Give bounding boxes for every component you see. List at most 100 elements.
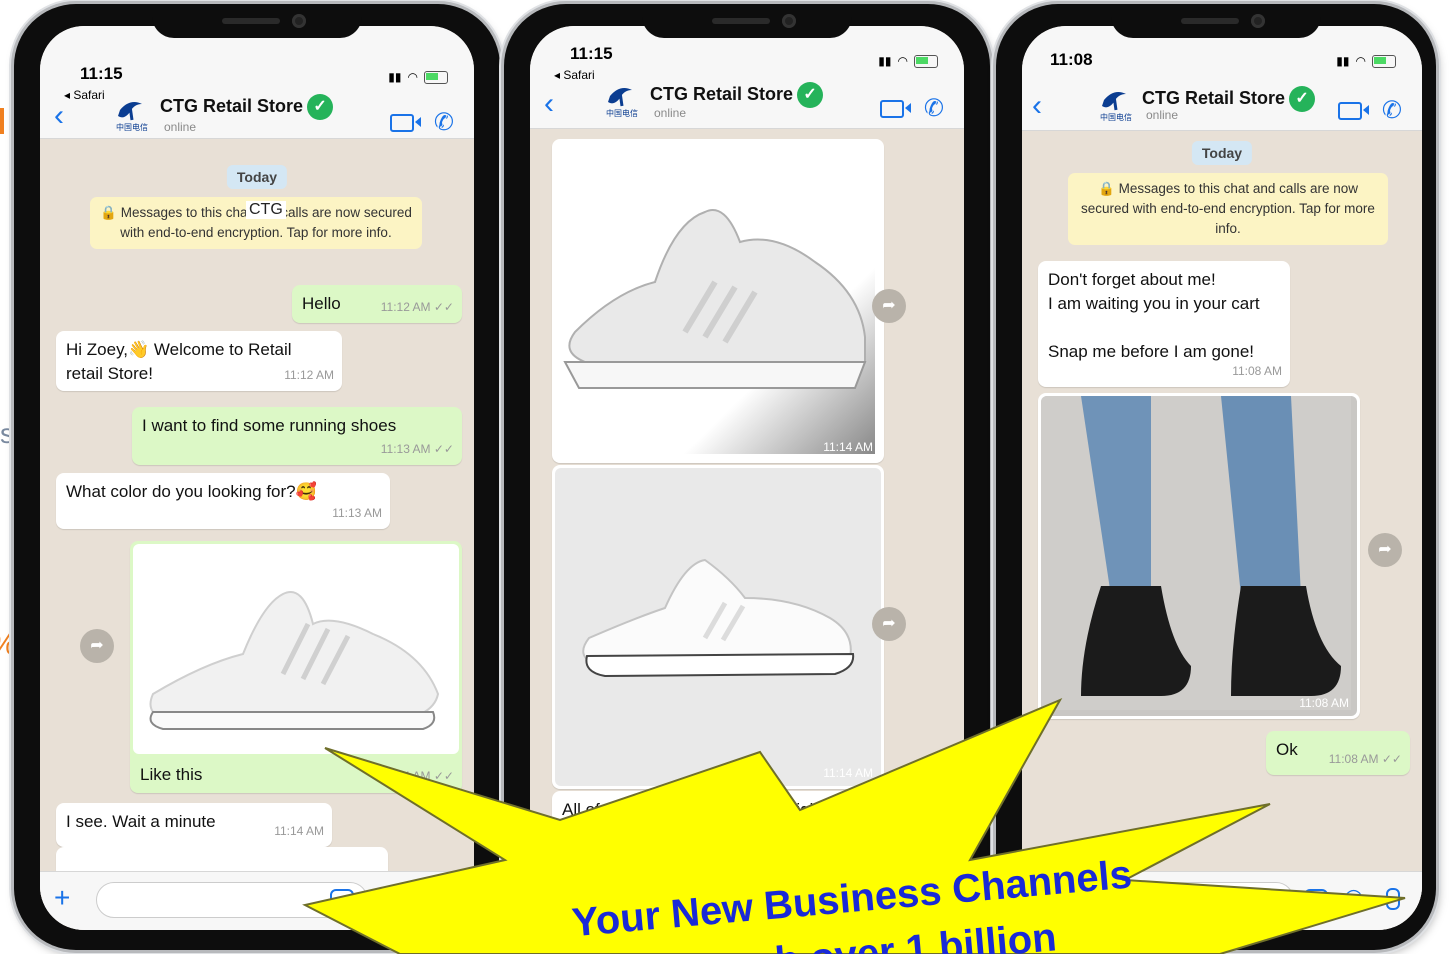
voice-call-icon[interactable]: ✆	[1382, 96, 1402, 125]
wifi-icon: ◠	[407, 70, 418, 84]
image-message-shoe-white[interactable]: 11:14 AM	[552, 465, 884, 789]
message-hello[interactable]: Hello 11:12 AM ✓✓	[292, 285, 462, 323]
signal-icon: ▮▮	[388, 70, 402, 84]
battery-icon	[424, 70, 448, 84]
back-to-safari-link[interactable]: ◂ Safari	[64, 88, 105, 102]
video-call-icon[interactable]	[390, 114, 421, 132]
message-text: Hello	[302, 294, 341, 313]
overlay-tag: CTG	[246, 201, 286, 219]
back-to-safari-link[interactable]: ◂ Safari	[554, 68, 595, 82]
message-line: Don't forget about me!	[1048, 270, 1216, 289]
boots-image[interactable]: 11:08 AM	[1041, 396, 1357, 716]
message-composer: ◎	[1022, 871, 1422, 930]
signal-icon: ▮▮	[878, 54, 892, 68]
status-bar-icons: ▮▮ ◠	[388, 70, 448, 84]
video-call-icon[interactable]	[1338, 102, 1369, 120]
chat-header: 11:15 ◂ Safari ▮▮ ◠ ‹ 中国电信 CTG Retail St…	[530, 26, 964, 129]
message-limited-stock[interactable]: All of these have limited stock right no…	[552, 791, 878, 855]
video-call-icon[interactable]	[880, 100, 911, 118]
svg-text:中国电信: 中国电信	[116, 122, 148, 132]
message-time: 11:08 AM	[1232, 364, 1282, 378]
contact-status: online	[654, 106, 687, 120]
sticker-icon[interactable]	[1304, 889, 1328, 913]
message-time: 11:08 AM ✓✓	[1328, 752, 1402, 766]
attach-plus-icon[interactable]: +	[54, 882, 70, 914]
phone-notch	[642, 4, 852, 38]
message-cart-reminder[interactable]: Don't forget about me! I am waiting you …	[1038, 261, 1290, 387]
status-bar-icons: ▮▮ ◠	[878, 54, 938, 68]
forward-icon[interactable]: ➦	[80, 629, 114, 663]
forward-icon[interactable]: ➦	[1368, 533, 1402, 567]
message-time: 11:13 AM ✓✓	[380, 442, 454, 456]
shoe-image[interactable]: 11:14 AM	[555, 468, 881, 786]
shoe-image[interactable]: 11:14 AM	[555, 142, 881, 460]
edge-fragment-s: s	[0, 418, 14, 449]
message-text: What color do you looking for?🥰	[66, 482, 317, 501]
message-welcome[interactable]: Hi Zoey,👋 Welcome to Retail retail Store…	[56, 331, 342, 391]
svg-text:中国电信: 中国电信	[1100, 112, 1132, 122]
back-chevron-icon[interactable]: ‹	[544, 89, 554, 119]
edge-fragment-orange	[0, 108, 4, 134]
brand-logo-icon: 中国电信	[1100, 92, 1132, 122]
contact-name[interactable]: CTG Retail Store ✓	[650, 82, 824, 108]
message-ok[interactable]: Ok 11:08 AM ✓✓	[1266, 731, 1410, 775]
message-input[interactable]	[1032, 882, 1294, 918]
contact-status: online	[1146, 108, 1179, 122]
voice-call-icon[interactable]: ✆	[924, 94, 944, 123]
verified-badge-icon: ✓	[797, 82, 824, 108]
chat-area[interactable]: 11:14 AM ➦ 11:14 AM ➦ All of these have …	[530, 129, 964, 930]
knit-sneaker-image	[555, 142, 875, 454]
contact-name[interactable]: CTG Retail Store ✓	[160, 94, 334, 120]
status-time: 11:08	[1050, 50, 1093, 69]
message-input[interactable]	[96, 882, 368, 918]
back-chevron-icon[interactable]: ‹	[1032, 91, 1042, 121]
chat-header: 11:15 ◂ Safari ▮▮ ◠ ‹ 中国电信 CTG Retail St…	[40, 26, 474, 139]
image-time: 11:14 AM	[823, 440, 873, 454]
chat-header: 11:08 ▮▮ ◠ ‹ 中国电信 CTG Retail Store ✓ onli…	[1022, 26, 1422, 131]
phone-screen: 11:15 ◂ Safari ▮▮ ◠ ‹ 中国电信 CTG Retail St…	[40, 26, 474, 930]
microphone-icon[interactable]	[1386, 888, 1400, 910]
battery-icon	[1372, 54, 1396, 68]
message-composer: + ◎	[40, 871, 474, 930]
message-running-shoes[interactable]: I want to find some running shoes 11:13 …	[132, 407, 462, 465]
svg-text:中国电信: 中国电信	[606, 108, 638, 118]
chat-area[interactable]: Today 🔒 Messages to this chat and calls …	[1022, 131, 1422, 930]
image-caption: Like this	[140, 765, 203, 784]
back-chevron-icon[interactable]: ‹	[54, 101, 64, 131]
white-runner-image	[582, 558, 855, 678]
message-time: 11:12 AM	[284, 368, 334, 382]
camera-icon[interactable]: ◎	[1344, 884, 1363, 910]
image-message-shoe-grey[interactable]: 11:14 AM	[552, 139, 884, 463]
microphone-icon[interactable]	[432, 888, 446, 910]
sticker-icon[interactable]	[330, 889, 354, 913]
image-time: 11:08 AM	[1299, 696, 1349, 710]
message-text: Ok	[1276, 740, 1298, 759]
message-time: 11:14 AM	[274, 824, 324, 838]
voice-call-icon[interactable]: ✆	[434, 108, 454, 137]
message-wait[interactable]: I see. Wait a minute 11:14 AM	[56, 803, 332, 847]
battery-icon	[914, 54, 938, 68]
camera-icon[interactable]: ◎	[382, 884, 401, 910]
wifi-icon: ◠	[897, 54, 908, 68]
message-time: 11:14 AM ✓✓	[380, 769, 454, 783]
jeans-boots-image	[1041, 396, 1351, 710]
date-chip: Today	[1191, 141, 1253, 165]
image-message-boots[interactable]: 11:08 AM	[1038, 393, 1360, 719]
encryption-notice[interactable]: 🔒 Messages to this chat and calls are no…	[1068, 173, 1388, 245]
message-text: All of these have limited stock right no…	[562, 800, 824, 843]
phone-notch	[152, 4, 362, 38]
phone-notch	[1111, 4, 1321, 38]
message-time: 11:13 AM	[332, 506, 382, 520]
phone-screen: 11:08 ▮▮ ◠ ‹ 中国电信 CTG Retail Store ✓ onli…	[1022, 26, 1422, 930]
forward-icon[interactable]: ➦	[872, 289, 906, 323]
shoe-image[interactable]	[133, 544, 459, 754]
status-time: 11:15	[570, 44, 613, 63]
date-chip: Today	[226, 165, 288, 189]
forward-icon[interactable]: ➦	[872, 607, 906, 641]
image-message-shoe[interactable]: Like this 11:14 AM ✓✓	[130, 541, 462, 793]
verified-badge-icon: ✓	[307, 94, 334, 120]
chat-area[interactable]: Today 🔒 Messages to this chat and calls …	[40, 139, 474, 930]
verified-badge-icon: ✓	[1289, 86, 1316, 112]
message-color-question[interactable]: What color do you looking for?🥰 11:13 AM	[56, 473, 390, 529]
message-text: I see. Wait a minute	[66, 812, 216, 831]
